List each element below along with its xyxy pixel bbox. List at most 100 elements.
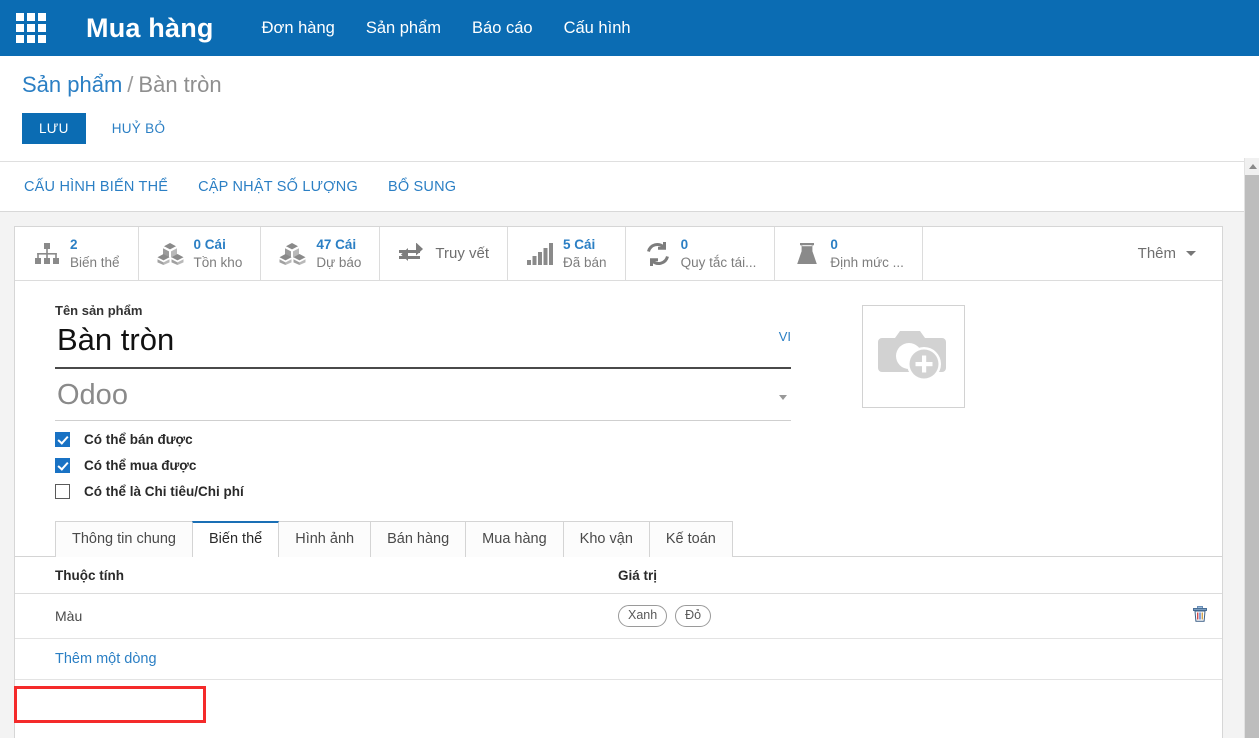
language-badge[interactable]: VI <box>779 329 791 344</box>
column-header-value: Giá trị <box>618 557 1178 594</box>
bar-chart-icon <box>526 241 554 267</box>
stat-value: 0 Cái <box>193 236 226 252</box>
table-header-row: Thuộc tính Giá trị <box>15 557 1222 594</box>
cell-delete-row[interactable] <box>1178 593 1222 639</box>
column-header-attribute: Thuộc tính <box>15 557 618 594</box>
product-image-upload[interactable] <box>862 305 965 408</box>
checkbox-label: Có thể bán được <box>84 432 193 447</box>
action-update-quantity[interactable]: CẬP NHẬT SỐ LƯỢNG <box>198 179 358 195</box>
tab-general-info[interactable]: Thông tin chung <box>55 521 193 557</box>
checkbox-row-can-be-purchased[interactable]: Có thể mua được <box>55 458 791 473</box>
add-line-row[interactable]: Thêm một dòng <box>15 638 1222 680</box>
checkbox-label: Có thể là Chi tiêu/Chi phí <box>84 484 244 499</box>
action-bar: CẤU HÌNH BIẾN THỂ CẬP NHẬT SỐ LƯỢNG BỔ S… <box>0 162 1259 212</box>
form-body: VI Tên sản phẩm Có thể bán được Có thể m… <box>15 281 1222 499</box>
nav-item-reports[interactable]: Báo cáo <box>472 19 533 38</box>
chevron-down-icon[interactable] <box>779 395 787 400</box>
record-action-buttons: LƯU HUỶ BỎ <box>22 112 1259 145</box>
tab-purchase[interactable]: Mua hàng <box>465 521 564 557</box>
breadcrumb: Sản phẩm / Bàn tròn <box>22 70 1259 100</box>
checkbox-row-can-be-expensed[interactable]: Có thể là Chi tiêu/Chi phí <box>55 484 791 499</box>
stat-label: Dự báo <box>316 254 362 270</box>
product-name-label: Tên sản phẩm <box>55 303 143 318</box>
apps-grid-icon[interactable] <box>14 11 48 45</box>
cell-attribute-values: Xanh Đỏ <box>618 593 1178 639</box>
app-title: Mua hàng <box>86 12 214 43</box>
stat-value: 5 Cái <box>563 236 596 252</box>
stat-button-row: 2 Biến thể 0 Cái Tồn kho 47 Cái Dự báo T… <box>15 227 1222 281</box>
stat-button-traceability[interactable]: Truy vết <box>380 227 509 280</box>
stat-text: 2 Biến thể <box>70 236 120 272</box>
form-sheet: 2 Biến thể 0 Cái Tồn kho 47 Cái Dự báo T… <box>14 226 1223 738</box>
checkbox-row-can-be-sold[interactable]: Có thể bán được <box>55 432 791 447</box>
flask-icon <box>793 241 821 267</box>
add-a-line-link[interactable]: Thêm một dòng <box>55 651 157 667</box>
caret-up-icon[interactable] <box>1245 158 1259 175</box>
value-tag[interactable]: Đỏ <box>675 605 712 627</box>
stat-text: 0 Cái Tồn kho <box>194 236 243 272</box>
nav-item-products[interactable]: Sản phẩm <box>366 19 441 38</box>
camera-add-icon <box>876 323 952 390</box>
value-tag[interactable]: Xanh <box>618 605 668 627</box>
product-name-input[interactable] <box>55 320 791 369</box>
tab-sales[interactable]: Bán hàng <box>370 521 467 557</box>
tab-accounting[interactable]: Kế toán <box>648 521 733 557</box>
table-row[interactable]: Màu Xanh Đỏ <box>15 593 1222 639</box>
refresh-icon <box>644 241 672 267</box>
stat-value: 0 <box>680 236 689 252</box>
stat-text: 47 Cái Dự báo <box>316 236 361 272</box>
stat-label: Tồn kho <box>193 254 243 270</box>
cell-attribute-name: Màu <box>15 593 618 639</box>
save-button[interactable]: LƯU <box>22 112 86 145</box>
stat-more-button[interactable]: Thêm <box>1112 227 1222 280</box>
stat-text: 0 Định mức ... <box>830 236 904 272</box>
stat-value: 47 Cái <box>316 236 357 252</box>
notebook-tabs: Thông tin chung Biến thể Hình ảnh Bán hà… <box>15 518 1222 557</box>
stat-value: 2 <box>70 236 78 252</box>
stat-more-label: Thêm <box>1137 245 1176 262</box>
breadcrumb-separator: / <box>127 72 134 97</box>
stat-value: 0 <box>830 236 838 252</box>
navbar-menu: Đơn hàng Sản phẩm Báo cáo Cấu hình <box>262 19 631 38</box>
checkbox-label: Có thể mua được <box>84 458 197 473</box>
stat-button-reordering-rules[interactable]: 0 Quy tắc tái... <box>625 227 776 280</box>
stat-button-variants[interactable]: 2 Biến thể <box>15 227 139 280</box>
nav-item-orders[interactable]: Đơn hàng <box>262 19 335 38</box>
boxes-icon <box>157 241 185 267</box>
tab-inventory[interactable]: Kho vận <box>562 521 650 557</box>
exchange-icon <box>398 241 426 267</box>
scrollbar-thumb[interactable] <box>1245 175 1259 738</box>
breadcrumb-current: Bàn tròn <box>138 72 222 97</box>
stat-button-forecast[interactable]: 47 Cái Dự báo <box>261 227 381 280</box>
stat-text: 5 Cái Đã bán <box>563 236 607 272</box>
form-left-column: VI Tên sản phẩm Có thể bán được Có thể m… <box>55 303 791 499</box>
stat-label: Định mức ... <box>830 254 904 270</box>
stat-button-on-hand[interactable]: 0 Cái Tồn kho <box>138 227 262 280</box>
nav-item-configuration[interactable]: Cấu hình <box>564 19 631 38</box>
checkbox-can-be-purchased[interactable] <box>55 458 70 473</box>
breadcrumb-link-products[interactable]: Sản phẩm <box>22 72 122 97</box>
company-field-wrap <box>55 369 791 421</box>
hierarchy-icon <box>33 241 61 267</box>
stat-button-boms[interactable]: 0 Định mức ... <box>775 227 923 280</box>
stat-label: Quy tắc tái... <box>680 254 757 270</box>
checkbox-can-be-expensed[interactable] <box>55 484 70 499</box>
column-header-actions <box>1178 557 1222 594</box>
control-panel: Sản phẩm / Bàn tròn LƯU HUỶ BỎ <box>0 56 1259 162</box>
action-replenish[interactable]: BỔ SUNG <box>388 179 456 195</box>
boxes-icon <box>279 241 307 267</box>
tab-variants[interactable]: Biến thể <box>192 521 280 557</box>
add-line-cell[interactable]: Thêm một dòng <box>15 638 1222 680</box>
checkbox-can-be-sold[interactable] <box>55 432 70 447</box>
attributes-table: Thuộc tính Giá trị Màu Xanh Đỏ Thêm một … <box>15 557 1222 680</box>
discard-button[interactable]: HUỶ BỎ <box>108 112 170 145</box>
company-input[interactable] <box>55 369 791 421</box>
stat-button-sold[interactable]: 5 Cái Đã bán <box>508 227 626 280</box>
chevron-down-icon <box>1186 251 1196 256</box>
stat-label: Đã bán <box>563 254 607 270</box>
sheet-background: 2 Biến thể 0 Cái Tồn kho 47 Cái Dự báo T… <box>0 212 1259 738</box>
trash-icon[interactable] <box>1193 606 1207 625</box>
vertical-scrollbar[interactable] <box>1244 158 1259 738</box>
tab-images[interactable]: Hình ảnh <box>278 521 372 557</box>
action-configure-variants[interactable]: CẤU HÌNH BIẾN THỂ <box>24 179 168 195</box>
